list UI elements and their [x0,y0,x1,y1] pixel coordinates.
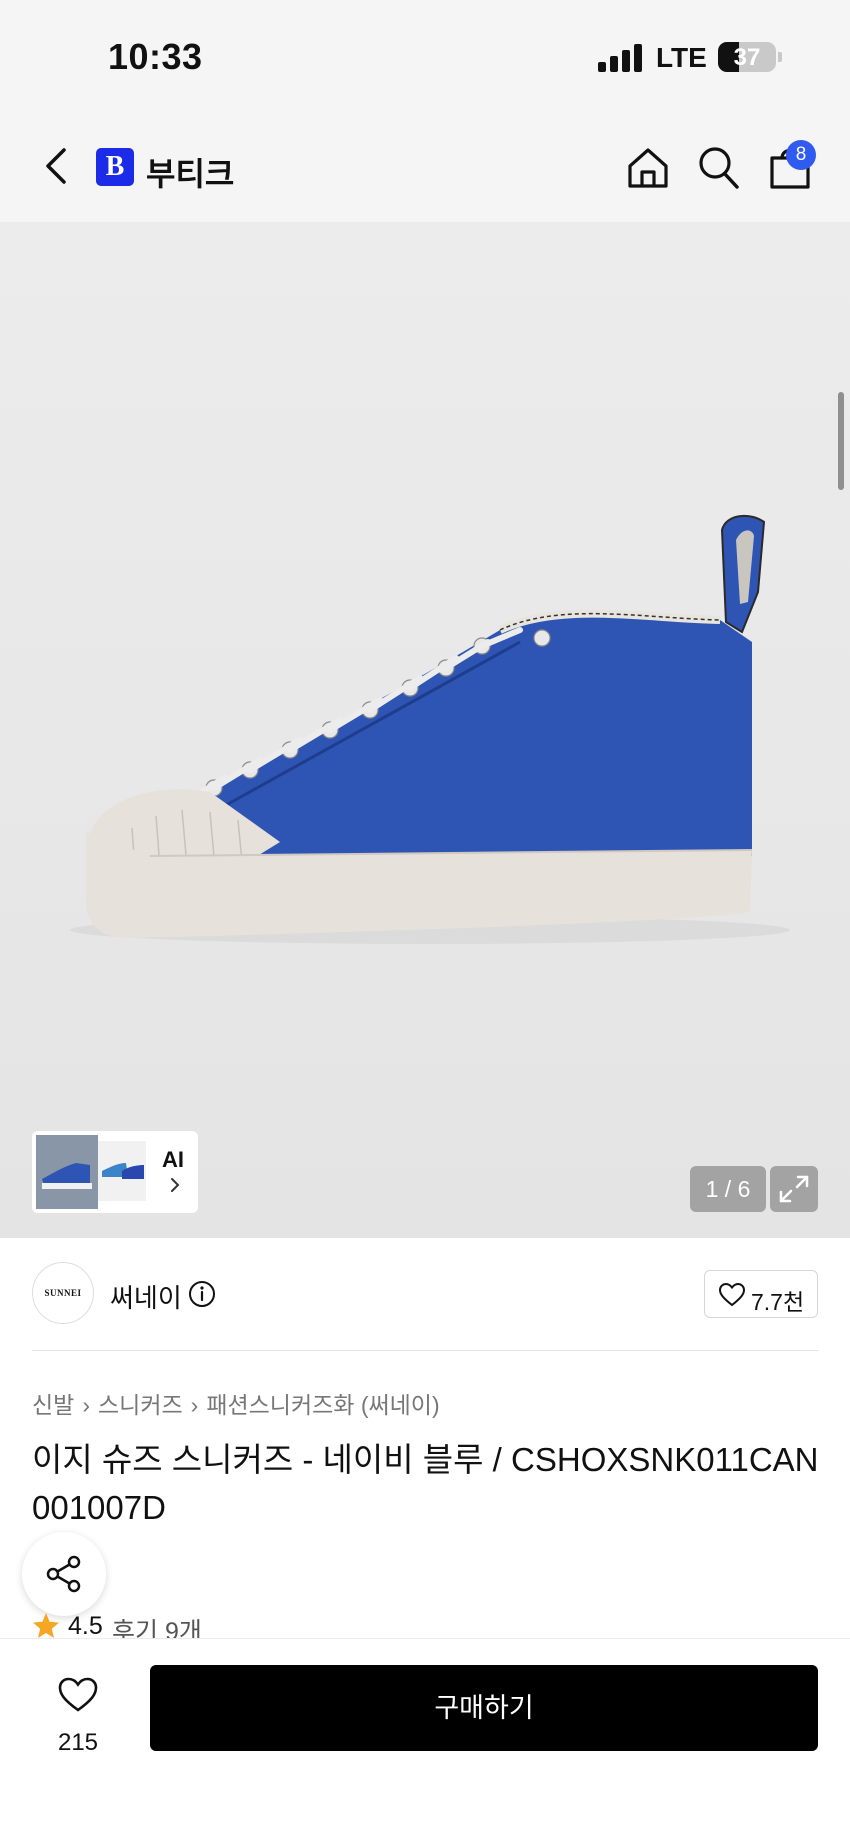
share-button[interactable] [22,1532,106,1616]
breadcrumb: 신발 › 스니커즈 › 패션스니커즈화 (써네이) [32,1386,440,1420]
product-title: 이지 슈즈 스니커즈 - 네이비 블루 / CSHOXSNK011CAN0010… [32,1441,819,1526]
status-time: 10:33 [108,36,203,77]
ai-thumbnail-1 [36,1135,98,1209]
star-icon [33,1613,59,1638]
search-button[interactable] [698,146,740,190]
battery-cap [778,52,782,62]
ai-recommendation-card[interactable]: AI [32,1131,198,1213]
rating-value: 4.5 [68,1612,103,1640]
wishlist-count: 215 [57,1729,99,1756]
battery-level: 37 [733,44,761,71]
chevron-right-icon: › [190,1392,199,1418]
bottom-action-bar: 215 구매하기 [0,1638,850,1842]
brand-name[interactable]: 부티크 [146,149,234,195]
chevron-left-icon [46,148,66,184]
product-image [70,514,790,944]
cart-count-badge: 8 [786,140,816,170]
battery-icon: 37 [718,42,776,72]
shoe-thumbnail [42,1163,92,1189]
image-page-indicator: 1 / 6 [690,1166,766,1212]
wishlist-button[interactable]: 215 [36,1663,120,1767]
seller-row: SUNNEI 써네이 7.7천 [0,1238,850,1350]
chevron-right-icon [171,1178,180,1192]
heart-icon [58,1677,98,1712]
info-icon[interactable] [188,1280,216,1308]
brand-like-count: 7.7천 [751,1289,805,1315]
home-button[interactable] [626,146,670,190]
breadcrumb-item[interactable]: 신발 [32,1392,74,1418]
home-icon [628,148,668,188]
divider [32,1350,818,1351]
network-label: LTE [656,42,707,73]
share-icon [46,1555,81,1593]
ai-thumbnail-2 [98,1141,146,1201]
seller-name[interactable]: 써네이 [110,1278,182,1315]
heart-icon [719,1283,745,1307]
ai-label: AI [162,1147,184,1172]
brand-like-button[interactable]: 7.7천 [704,1270,818,1318]
seller-logo[interactable]: SUNNEI [32,1262,94,1324]
expand-button[interactable] [770,1166,818,1212]
nav-bar: B 부티크 8 [0,112,850,222]
shoe-thumbnail [102,1163,144,1179]
product-image-gallery[interactable]: AI 1 / 6 [0,222,850,1238]
brand-logo[interactable]: B [96,148,134,186]
back-button[interactable] [40,142,76,190]
breadcrumb-item[interactable]: 패션스니커즈화 (써네이) [206,1392,439,1418]
scrollbar[interactable] [838,392,844,490]
breadcrumb-item[interactable]: 스니커즈 [98,1392,183,1418]
search-icon [699,147,739,189]
expand-icon [779,1175,809,1203]
signal-icon [598,44,644,72]
buy-button[interactable]: 구매하기 [150,1665,818,1751]
status-bar: 10:33 LTE 37 [0,0,850,112]
chevron-right-icon: › [82,1392,90,1418]
